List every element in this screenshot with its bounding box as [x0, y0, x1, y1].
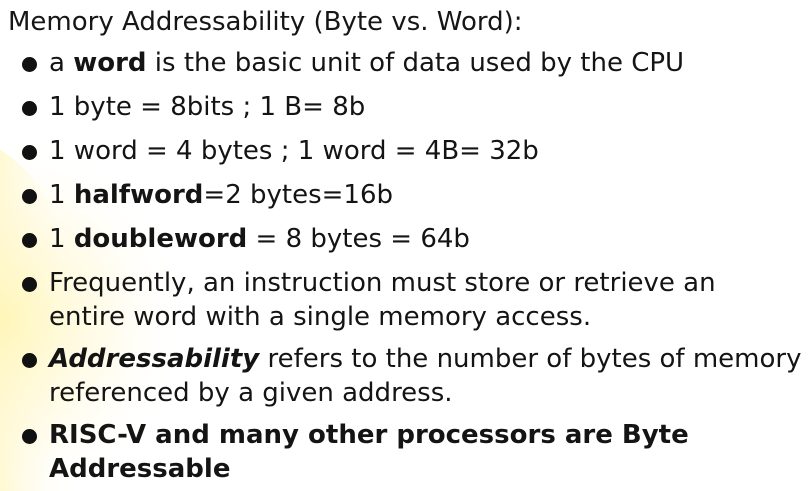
bullet-dot-icon: [22, 233, 37, 248]
bullet-word-prefix: a: [49, 48, 74, 78]
bullet-word-size-text: 1 word = 4 bytes ; 1 word = 4B= 32b: [49, 136, 539, 166]
bullet-addressability-term: Addressability: [49, 344, 260, 374]
bullet-doubleword-suffix: = 8 bytes = 64b: [247, 224, 470, 254]
bullet-word-size: 1 word = 4 bytes ; 1 word = 4B= 32b: [22, 134, 811, 168]
bullet-doubleword-size: 1 doubleword = 8 bytes = 64b: [22, 222, 811, 256]
bullet-dot-icon: [22, 57, 37, 72]
bullet-memory-access: Frequently, an instruction must store or…: [22, 266, 811, 334]
bullet-halfword-term: halfword: [73, 180, 204, 210]
bullet-addressability-line-1: Addressability refers to the number of b…: [49, 342, 811, 376]
bullet-halfword-size: 1 halfword=2 bytes=16b: [22, 178, 811, 212]
bullet-word-suffix: is the basic unit of data used by the CP…: [146, 48, 685, 78]
slide-content: Memory Addressability (Byte vs. Word): a…: [0, 0, 811, 491]
bullet-memory-access-line-2: entire word with a single memory access.: [49, 302, 592, 332]
bullet-dot-icon: [22, 277, 37, 292]
bullet-doubleword-term: doubleword: [73, 224, 248, 254]
bullet-dot-icon: [22, 189, 37, 204]
bullet-word-definition: a word is the basic unit of data used by…: [22, 46, 811, 80]
bullet-memory-access-line-1: Frequently, an instruction must store or…: [49, 268, 716, 298]
bullet-dot-icon: [22, 101, 37, 116]
bullet-byte-addressable-line-2: Addressable: [49, 454, 231, 484]
bullet-dot-icon: [22, 145, 37, 160]
bullet-word-term: word: [73, 48, 147, 78]
bullet-addressability: Addressability refers to the number of b…: [22, 342, 811, 410]
bullet-dot-icon: [22, 429, 37, 444]
bullet-addressability-rest: refers to the number of bytes of memory: [259, 344, 802, 374]
bullet-doubleword-prefix: 1: [49, 224, 74, 254]
bullet-byte-addressable-line-1: RISC-V and many other processors are Byt…: [49, 420, 689, 450]
bullet-byte-size: 1 byte = 8bits ; 1 B= 8b: [22, 90, 811, 124]
bullet-byte-addressable: RISC-V and many other processors are Byt…: [22, 418, 811, 486]
bullet-addressability-line-2: referenced by a given address.: [49, 378, 453, 408]
slide-title: Memory Addressability (Byte vs. Word):: [8, 7, 523, 37]
bullet-halfword-suffix: =2 bytes=16b: [203, 180, 393, 210]
bullet-list: a word is the basic unit of data used by…: [22, 44, 811, 486]
bullet-halfword-prefix: 1: [49, 180, 74, 210]
bullet-byte-text: 1 byte = 8bits ; 1 B= 8b: [49, 92, 366, 122]
bullet-dot-icon: [22, 353, 37, 368]
